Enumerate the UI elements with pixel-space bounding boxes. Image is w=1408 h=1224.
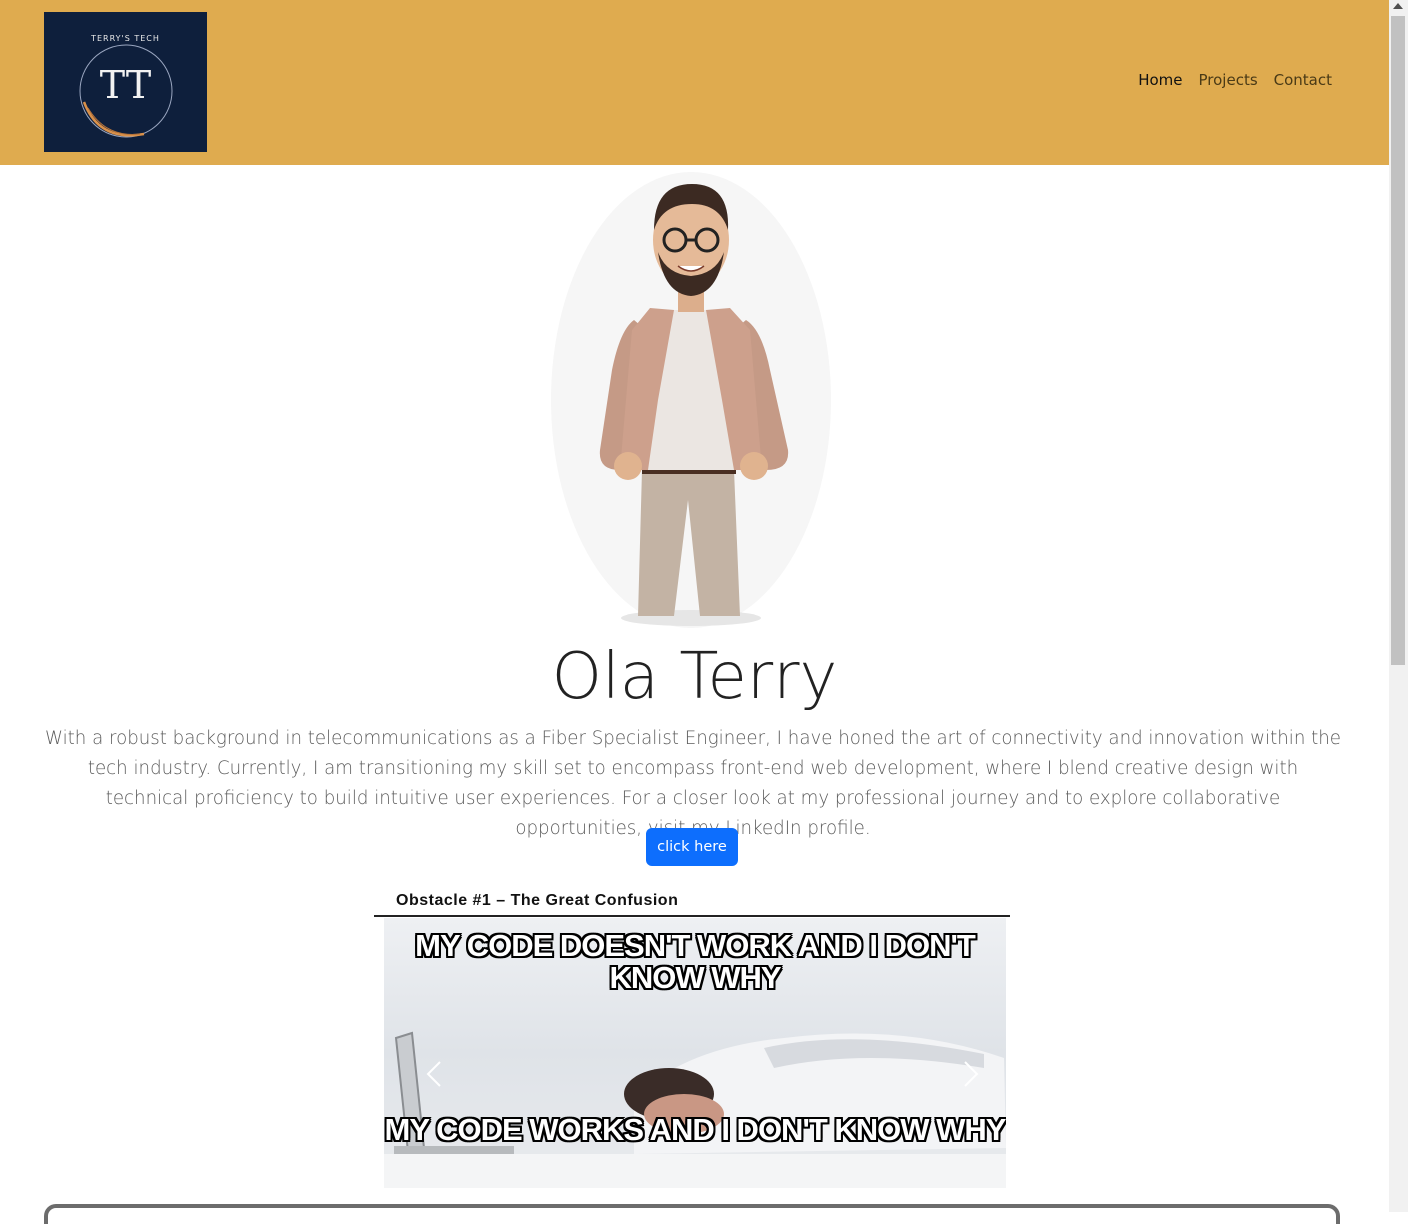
carousel-next-icon[interactable] bbox=[959, 1058, 983, 1090]
navbar: TERRY'S TECH TT Home Projects Contact bbox=[0, 0, 1389, 165]
scroll-thumb[interactable] bbox=[1391, 16, 1405, 665]
caption-divider bbox=[374, 915, 1010, 917]
obstacles-carousel: Obstacle #1 – The Great Confusion MY COD… bbox=[374, 884, 1010, 1189]
linkedin-click-here-button[interactable]: click here bbox=[646, 828, 738, 866]
meme-slide-image: MY CODE DOESN'T WORK AND I DON'T KNOW WH… bbox=[384, 918, 1006, 1188]
carousel-prev-icon[interactable] bbox=[422, 1058, 446, 1090]
meme-bottom-text: MY CODE WORKS AND I DON'T KNOW WHY bbox=[384, 1112, 1006, 1147]
brand-logo[interactable]: TERRY'S TECH TT bbox=[44, 12, 207, 152]
nav-projects-link[interactable]: Projects bbox=[1199, 71, 1258, 89]
nav-contact-link[interactable]: Contact bbox=[1274, 71, 1332, 89]
logo-monogram: TT bbox=[99, 63, 152, 107]
carousel-slide-caption: Obstacle #1 – The Great Confusion bbox=[396, 892, 679, 909]
page-scrollbar[interactable] bbox=[1389, 0, 1408, 1212]
main-nav: Home Projects Contact bbox=[1138, 71, 1332, 89]
meme-top-text: MY CODE DOESN'T WORK AND I DON'T KNOW WH… bbox=[415, 928, 976, 995]
scroll-up-arrow-icon[interactable] bbox=[1393, 3, 1403, 9]
profile-name-heading: Ola Terry bbox=[551, 640, 838, 714]
next-section-frame bbox=[44, 1204, 1340, 1224]
profile-avatar-image bbox=[550, 170, 832, 628]
logo-brand-text: TERRY'S TECH bbox=[91, 34, 160, 43]
nav-home-link[interactable]: Home bbox=[1138, 71, 1182, 89]
profile-bio-text: With a robust background in telecommunic… bbox=[45, 728, 1341, 839]
